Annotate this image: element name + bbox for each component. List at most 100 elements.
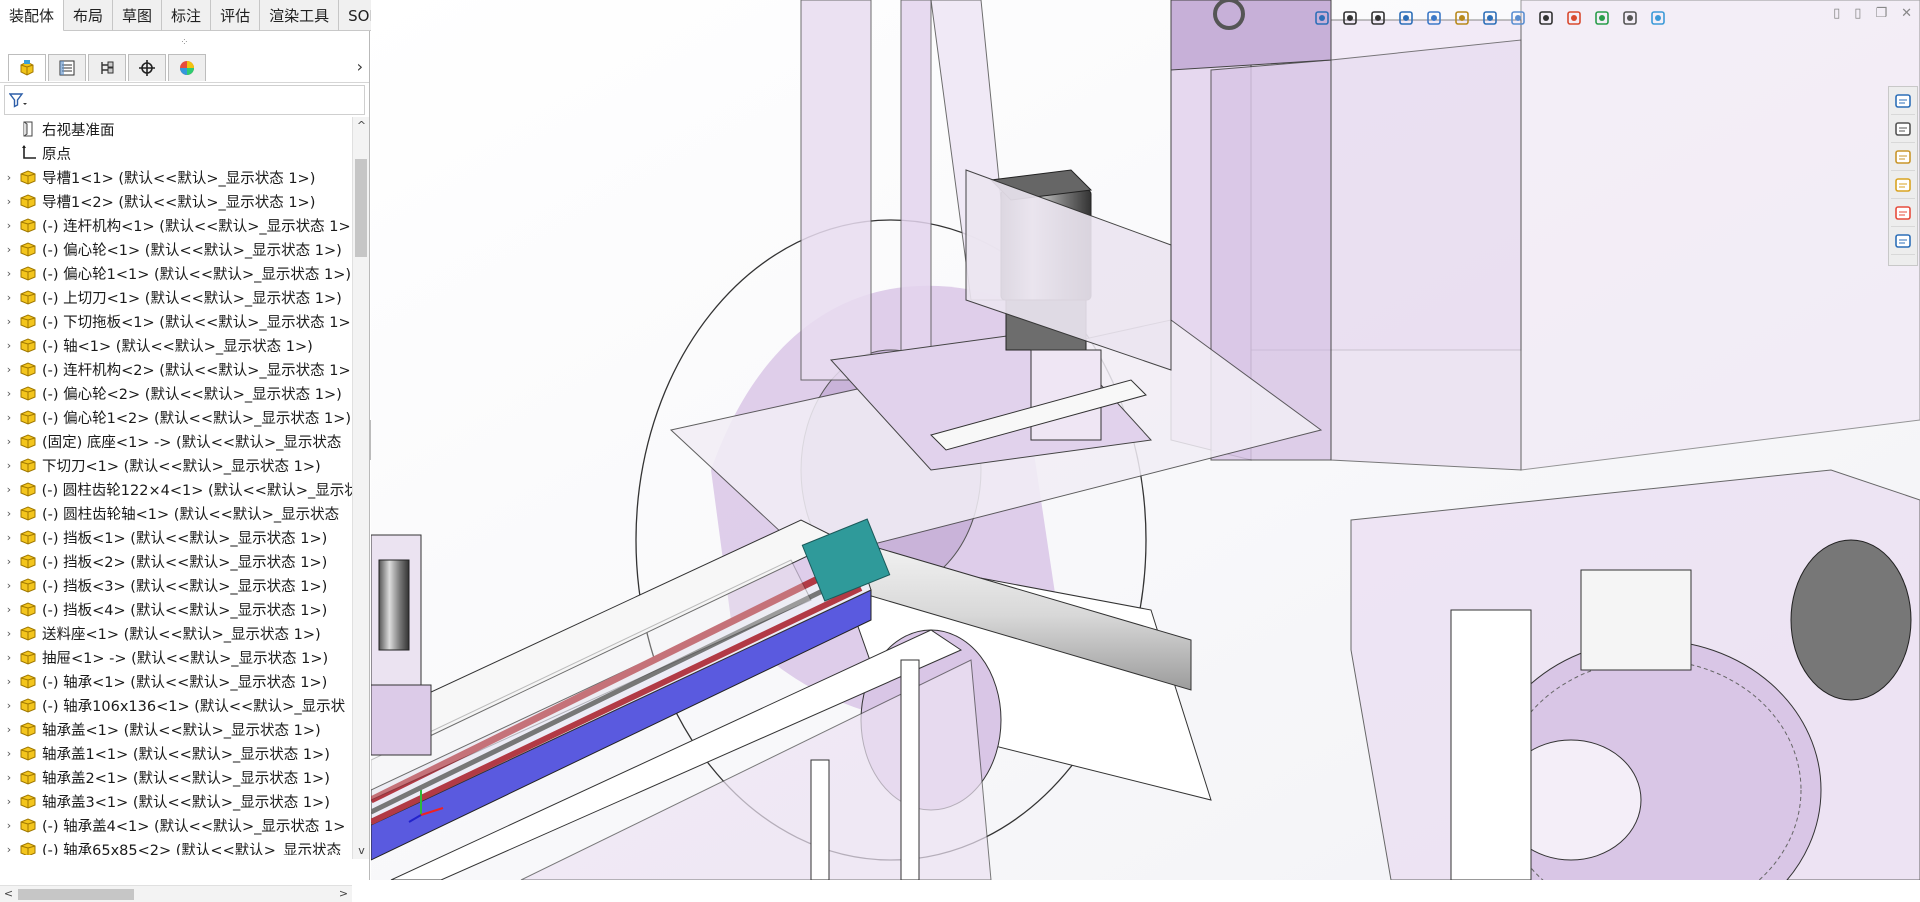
tree-item[interactable]: › 导槽1<2> (默认<<默认>_显示状态 1>) xyxy=(0,189,352,213)
view-orientation-icon[interactable] xyxy=(1311,7,1333,29)
configuration-manager-tab[interactable] xyxy=(88,54,126,81)
expand-arrow-icon[interactable]: › xyxy=(0,219,18,232)
tree-item[interactable]: › 导槽1<1> (默认<<默认>_显示状态 1>) xyxy=(0,165,352,189)
expand-arrow-icon[interactable]: › xyxy=(0,411,18,424)
tree-item[interactable]: › 轴承盖3<1> (默认<<默认>_显示状态 1>) xyxy=(0,789,352,813)
edit-appearance-icon[interactable] xyxy=(1563,7,1585,29)
expand-arrow-icon[interactable]: › xyxy=(0,291,18,304)
zoom-to-fit-icon[interactable] xyxy=(1339,7,1361,29)
expand-arrow-icon[interactable]: › xyxy=(0,555,18,568)
expand-arrow-icon[interactable]: › xyxy=(0,795,18,808)
display-style-icon[interactable] xyxy=(1507,7,1529,29)
tree-item[interactable]: › (-) 偏心轮<2> (默认<<默认>_显示状态 1>) xyxy=(0,381,352,405)
panel-more-arrow[interactable]: › xyxy=(357,57,363,76)
scroll-up-arrow[interactable]: ^ xyxy=(353,119,370,132)
window-control-button[interactable]: ✕ xyxy=(1901,6,1912,21)
tree-item[interactable]: › 轴承盖1<1> (默认<<默认>_显示状态 1>) xyxy=(0,741,352,765)
apply-scene-icon[interactable] xyxy=(1591,7,1613,29)
tree-item[interactable]: › (-) 轴承<1> (默认<<默认>_显示状态 1>) xyxy=(0,669,352,693)
feature-manager-tab[interactable] xyxy=(8,54,46,81)
tree-item[interactable]: › (-) 圆柱齿轮122×4<1> (默认<<默认>_显示状 xyxy=(0,477,352,501)
expand-arrow-icon[interactable]: › xyxy=(0,267,18,280)
scroll-right-arrow[interactable]: > xyxy=(335,887,352,900)
expand-arrow-icon[interactable]: › xyxy=(0,579,18,592)
window-control-button[interactable]: ▯ xyxy=(1854,6,1861,21)
design-library-icon[interactable] xyxy=(1891,115,1915,143)
tree-item[interactable]: › (-) 轴承106x136<1> (默认<<默认>_显示状 xyxy=(0,693,352,717)
tree-horizontal-scrollbar[interactable]: < > xyxy=(0,885,352,902)
expand-arrow-icon[interactable]: › xyxy=(0,843,18,856)
tree-item[interactable]: › 抽屉<1> -> (默认<<默认>_显示状态 1>) xyxy=(0,645,352,669)
tree-vertical-scrollbar[interactable]: ^ v xyxy=(352,117,369,859)
appearances-icon[interactable] xyxy=(1891,199,1915,227)
expand-arrow-icon[interactable]: › xyxy=(0,363,18,376)
tree-item[interactable]: › 送料座<1> (默认<<默认>_显示状态 1>) xyxy=(0,621,352,645)
tree-item[interactable]: › (-) 偏心轮1<2> (默认<<默认>_显示状态 1>) xyxy=(0,405,352,429)
tree-item[interactable]: › (-) 偏心轮1<1> (默认<<默认>_显示状态 1>) xyxy=(0,261,352,285)
dimxpert-manager-tab[interactable] xyxy=(128,54,166,81)
tree-item[interactable]: › (-) 轴承盖4<1> (默认<<默认>_显示状态 1> xyxy=(0,813,352,837)
window-control-button[interactable]: ▯ xyxy=(1833,6,1840,21)
expand-arrow-icon[interactable]: › xyxy=(0,747,18,760)
expand-arrow-icon[interactable]: › xyxy=(0,699,18,712)
property-manager-tab[interactable] xyxy=(48,54,86,81)
section-view-icon[interactable] xyxy=(1423,7,1445,29)
tree-item[interactable]: › (-) 上切刀<1> (默认<<默认>_显示状态 1>) xyxy=(0,285,352,309)
view-palette-icon[interactable] xyxy=(1891,171,1915,199)
display-manager-tab[interactable] xyxy=(168,54,206,81)
scroll-left-arrow[interactable]: < xyxy=(0,887,17,900)
expand-arrow-icon[interactable]: › xyxy=(0,603,18,616)
expand-arrow-icon[interactable]: › xyxy=(0,483,18,496)
hide-show-items-icon[interactable] xyxy=(1535,7,1557,29)
expand-arrow-icon[interactable]: › xyxy=(0,435,18,448)
expand-arrow-icon[interactable]: › xyxy=(0,531,18,544)
expand-arrow-icon[interactable]: › xyxy=(0,243,18,256)
expand-arrow-icon[interactable]: › xyxy=(0,507,18,520)
expand-arrow-icon[interactable]: › xyxy=(0,627,18,640)
expand-arrow-icon[interactable]: › xyxy=(0,819,18,832)
assembly-3d-model[interactable] xyxy=(371,0,1920,880)
window-control-button[interactable]: ❐ xyxy=(1875,6,1887,21)
command-tab[interactable]: 渲染工具 xyxy=(260,0,340,31)
expand-arrow-icon[interactable]: › xyxy=(0,387,18,400)
tree-item[interactable]: › (-) 连杆机构<2> (默认<<默认>_显示状态 1> xyxy=(0,357,352,381)
view-settings-icon[interactable] xyxy=(1619,7,1641,29)
expand-arrow-icon[interactable]: › xyxy=(0,459,18,472)
panel-grip[interactable]: ⁘ xyxy=(0,31,369,53)
tree-item[interactable]: › (-) 挡板<4> (默认<<默认>_显示状态 1>) xyxy=(0,597,352,621)
command-tab[interactable]: 标注 xyxy=(162,0,212,31)
tree-item[interactable]: › (-) 圆柱齿轮轴<1> (默认<<默认>_显示状态 xyxy=(0,501,352,525)
expand-arrow-icon[interactable]: › xyxy=(0,771,18,784)
command-tab[interactable]: 草图 xyxy=(113,0,163,31)
tree-item[interactable]: › (-) 轴承65x85<2> (默认<<默认>_显示状态 xyxy=(0,837,352,855)
command-tab[interactable]: 布局 xyxy=(64,0,114,31)
tree-item[interactable]: › (-) 偏心轮<1> (默认<<默认>_显示状态 1>) xyxy=(0,237,352,261)
expand-arrow-icon[interactable]: › xyxy=(0,339,18,352)
tree-item[interactable]: 右视基准面 xyxy=(0,117,352,141)
tree-item[interactable]: › 轴承盖<1> (默认<<默认>_显示状态 1>) xyxy=(0,717,352,741)
expand-arrow-icon[interactable]: › xyxy=(0,723,18,736)
dynamic-annotation-icon[interactable] xyxy=(1451,7,1473,29)
tree-item[interactable]: › 下切刀<1> (默认<<默认>_显示状态 1>) xyxy=(0,453,352,477)
command-tab[interactable]: 评估 xyxy=(211,0,261,31)
scroll-down-arrow[interactable]: v xyxy=(353,844,370,857)
tree-item[interactable]: 原点 xyxy=(0,141,352,165)
filter-icon[interactable] xyxy=(9,92,27,108)
file-explorer-icon[interactable] xyxy=(1891,143,1915,171)
home-icon[interactable] xyxy=(1891,87,1915,115)
expand-arrow-icon[interactable]: › xyxy=(0,315,18,328)
expand-arrow-icon[interactable]: › xyxy=(0,195,18,208)
tree-item[interactable]: › (固定) 底座<1> -> (默认<<默认>_显示状态 xyxy=(0,429,352,453)
tree-item[interactable]: › (-) 挡板<2> (默认<<默认>_显示状态 1>) xyxy=(0,549,352,573)
view-orientation-menu-icon[interactable] xyxy=(1479,7,1501,29)
tree-item[interactable]: › (-) 下切拖板<1> (默认<<默认>_显示状态 1> xyxy=(0,309,352,333)
tree-item[interactable]: › (-) 连杆机构<1> (默认<<默认>_显示状态 1> xyxy=(0,213,352,237)
custom-properties-icon[interactable] xyxy=(1891,227,1915,255)
tree-scroll-thumb[interactable] xyxy=(355,159,367,257)
zoom-area-icon[interactable] xyxy=(1367,7,1389,29)
graphics-area[interactable]: ▯ ▯ ❐ ✕ xyxy=(371,0,1920,880)
tree-item[interactable]: › 轴承盖2<1> (默认<<默认>_显示状态 1>) xyxy=(0,765,352,789)
3d-view-icon[interactable] xyxy=(1647,7,1669,29)
tree-item[interactable]: › (-) 轴<1> (默认<<默认>_显示状态 1>) xyxy=(0,333,352,357)
tree-hscroll-thumb[interactable] xyxy=(18,889,134,900)
